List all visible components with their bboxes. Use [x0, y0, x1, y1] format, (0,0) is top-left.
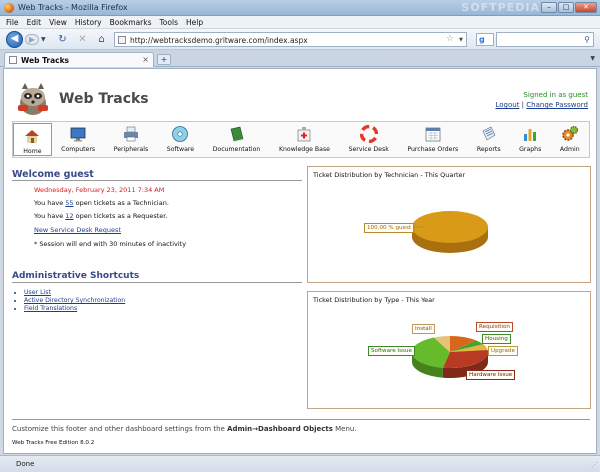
tab-strip: Web Tracks × + ▼ — [0, 50, 600, 67]
firefox-icon — [4, 3, 14, 13]
technician-tickets-link[interactable]: 55 — [65, 199, 73, 207]
current-date: Wednesday, February 23, 2011 7:34 AM — [34, 186, 165, 194]
toolbar-software[interactable]: Software — [158, 122, 204, 157]
pie-label-housing: Housing — [482, 334, 511, 344]
lifebuoy-icon — [359, 125, 378, 143]
tab-list-icon[interactable]: ▼ — [590, 55, 595, 62]
printer-icon — [123, 126, 138, 142]
tab-favicon-icon — [9, 56, 17, 64]
search-engine-icon[interactable]: g — [476, 33, 494, 46]
bar-graph-icon — [524, 129, 537, 141]
footer-text: Customize this footer and other dashboar… — [12, 425, 357, 433]
report-icon — [482, 126, 496, 141]
gears-icon — [561, 125, 578, 141]
calendar-icon — [425, 127, 441, 142]
site-favicon-icon — [118, 36, 126, 44]
toolbar-computers[interactable]: Computers — [52, 122, 105, 157]
chart-title: Ticket Distribution by Type - This Year — [313, 296, 435, 304]
toolbar-admin[interactable]: Admin — [551, 122, 589, 157]
pie-label-software-issue: Software Issue — [368, 346, 415, 356]
shortcut-user-list[interactable]: User List — [24, 289, 125, 296]
resize-grip-icon[interactable]: ⋰ — [591, 461, 598, 469]
status-text: Done — [16, 460, 35, 468]
back-button[interactable]: ◀ — [6, 31, 23, 48]
menu-view[interactable]: View — [49, 18, 67, 27]
navigation-toolbar: ◀ ▶ ▼ ↻ ✕ ⌂ http://webtracksdemo.gritwar… — [0, 29, 600, 50]
minimize-button[interactable]: – — [541, 2, 557, 13]
menu-help[interactable]: Help — [186, 18, 203, 27]
window-title: Web Tracks - Mozilla Firefox — [18, 3, 128, 12]
toolbar-graphs[interactable]: Graphs — [510, 122, 551, 157]
toolbar-purchase-orders[interactable]: Purchase Orders — [398, 122, 467, 157]
edition-text: Web Tracks Free Edition 8.0.2 — [12, 440, 95, 446]
menu-tools[interactable]: Tools — [160, 18, 178, 27]
reload-icon[interactable]: ↻ — [56, 33, 69, 46]
watermark: SOFTPEDIA — [461, 1, 540, 14]
pie-label-requisition: Requisition — [476, 322, 513, 332]
status-bar: Done ⋰ — [0, 455, 600, 472]
link-separator: | — [521, 101, 525, 109]
menu-bookmarks[interactable]: Bookmarks — [110, 18, 152, 27]
menu-file[interactable]: File — [6, 18, 19, 27]
menu-edit[interactable]: Edit — [27, 18, 42, 27]
footer-divider — [12, 419, 590, 420]
monitor-icon — [70, 127, 86, 142]
pie-leader-line — [414, 226, 424, 228]
cd-icon — [172, 126, 189, 142]
session-note: * Session will end with 30 minutes of in… — [34, 240, 187, 248]
tab-web-tracks[interactable]: Web Tracks × — [4, 52, 154, 67]
type-distribution-panel: Ticket Distribution by Type - This Year … — [307, 291, 591, 409]
account-links: Logout | Change Password — [495, 101, 588, 109]
tab-label: Web Tracks — [21, 56, 70, 65]
book-icon — [230, 126, 243, 143]
logout-link[interactable]: Logout — [495, 101, 519, 109]
requester-tickets-link[interactable]: 12 — [65, 212, 73, 220]
search-icon[interactable]: ⚲ — [584, 35, 590, 44]
welcome-heading: Welcome guest — [12, 169, 94, 180]
address-bar[interactable]: http://webtracksdemo.gritware.com/index.… — [114, 32, 467, 47]
toolbar-service-desk[interactable]: Service Desk — [339, 122, 398, 157]
page-content: Web Tracks Signed in as guest Logout | C… — [3, 68, 597, 454]
toolbar-peripherals[interactable]: Peripherals — [104, 122, 157, 157]
divider — [12, 180, 302, 181]
main-toolbar: Home Computers Peripherals Software Docu… — [12, 121, 590, 158]
url-dropdown-icon[interactable]: ▼ — [459, 37, 463, 43]
divider — [12, 282, 302, 283]
shortcut-ad-sync[interactable]: Active Directory Synchronization — [24, 297, 125, 304]
title-bar: Web Tracks - Mozilla Firefox SOFTPEDIA –… — [0, 0, 600, 16]
change-password-link[interactable]: Change Password — [526, 101, 588, 109]
forward-button[interactable]: ▶ — [25, 34, 39, 45]
toolbar-home[interactable]: Home — [13, 123, 52, 156]
close-button[interactable]: ✕ — [575, 2, 597, 13]
new-service-desk-request-link[interactable]: New Service Desk Request — [34, 226, 121, 234]
technician-tickets-line: You have 55 open tickets as a Technician… — [34, 199, 169, 207]
shortcut-field-translations[interactable]: Field Translations — [24, 305, 125, 312]
toolbar-documentation[interactable]: Documentation — [203, 122, 269, 157]
home-icon[interactable]: ⌂ — [95, 33, 108, 46]
menu-history[interactable]: History — [75, 18, 102, 27]
first-aid-icon — [298, 127, 311, 142]
pie-label-hardware-issue: Hardware Issue — [466, 370, 516, 380]
toolbar-reports[interactable]: Reports — [468, 122, 510, 157]
stop-icon[interactable]: ✕ — [76, 33, 89, 46]
pie-label-install: Install — [412, 324, 435, 334]
pie-label-upgrade: Upgrade — [488, 346, 518, 356]
tab-close-icon[interactable]: × — [142, 55, 149, 64]
history-dropdown-icon[interactable]: ▼ — [41, 36, 46, 43]
maximize-button[interactable]: □ — [558, 2, 574, 13]
new-tab-button[interactable]: + — [157, 54, 171, 65]
app-logo-text: Web Tracks — [59, 91, 149, 107]
menu-bar: File Edit View History Bookmarks Tools H… — [0, 16, 600, 29]
raccoon-logo-icon — [18, 83, 48, 115]
signed-in-text: Signed in as guest — [523, 91, 588, 99]
requester-tickets-line: You have 12 open tickets as a Requester. — [34, 212, 168, 220]
admin-shortcuts-heading: Administrative Shortcuts — [12, 271, 140, 281]
toolbar-knowledge-base[interactable]: Knowledge Base — [270, 122, 340, 157]
search-input[interactable]: ⚲ — [496, 32, 594, 47]
house-icon — [25, 130, 40, 143]
url-text[interactable]: http://webtracksdemo.gritware.com/index.… — [130, 36, 308, 45]
bookmark-star-icon[interactable]: ☆ — [446, 34, 454, 44]
technician-distribution-panel: Ticket Distribution by Technician - This… — [307, 166, 591, 283]
admin-shortcut-list: User List Active Directory Synchronizati… — [24, 289, 125, 313]
